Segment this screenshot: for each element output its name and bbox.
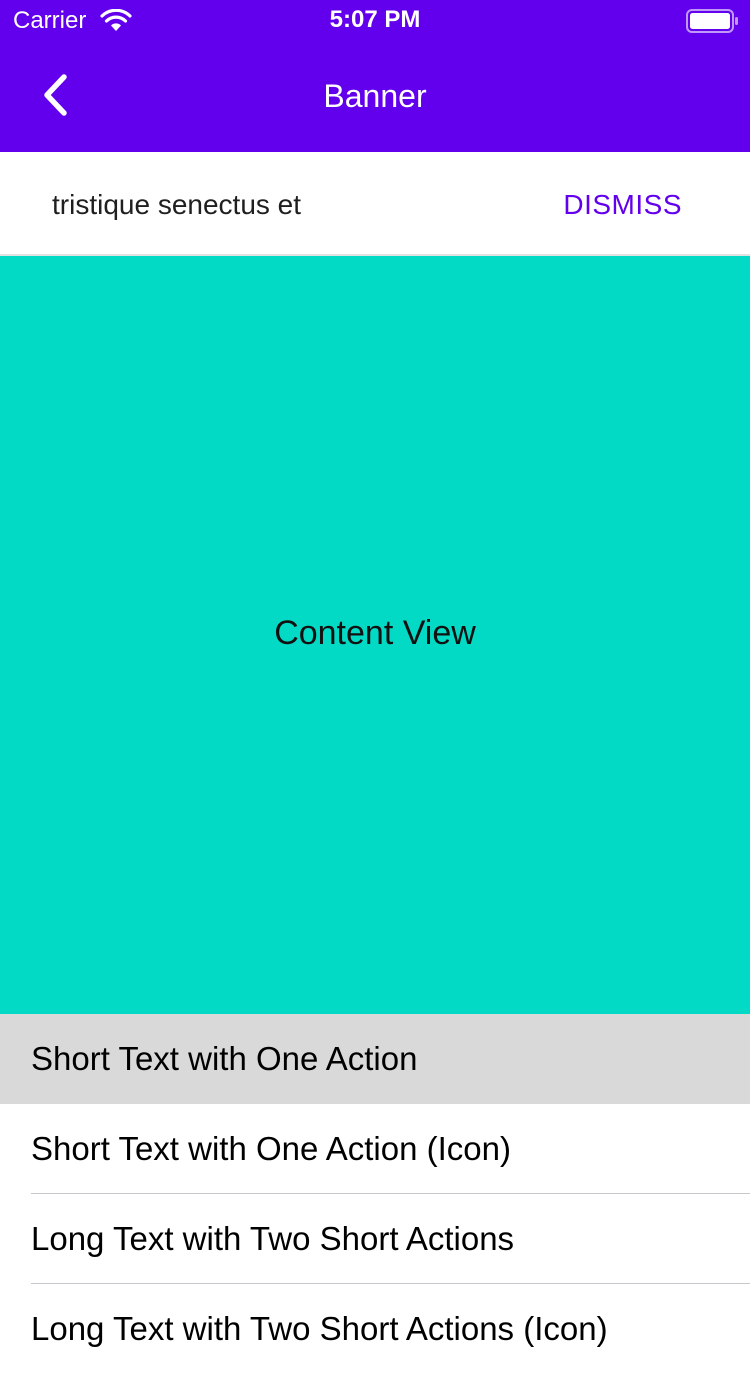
banner-text: tristique senectus et <box>52 189 302 220</box>
status-time: 5:07 PM <box>329 6 421 33</box>
status-bar: Carrier 5:07 PM <box>0 0 750 40</box>
list-item-label: Short Text with One Action (Icon) <box>31 1130 511 1167</box>
content-view: Content View <box>0 256 750 1014</box>
list-item-label: Long Text with Two Short Actions <box>31 1220 515 1257</box>
page-title: Banner <box>323 78 427 114</box>
content-view-label: Content View <box>274 614 476 652</box>
list-item-label: Short Text with One Action <box>31 1040 418 1077</box>
list-item[interactable]: Long Text with Two Short Actions <box>0 1194 750 1284</box>
battery-icon <box>686 9 740 33</box>
list-item-label: Long Text with Two Short Actions (Icon) <box>31 1310 608 1347</box>
list-item[interactable]: Short Text with One Action (Icon) <box>0 1104 750 1194</box>
dismiss-button[interactable]: DISMISS <box>563 188 682 222</box>
list-item[interactable]: Long Text with Two Short Actions (Icon) <box>0 1284 750 1374</box>
example-list: Short Text with One Action Short Text wi… <box>0 1014 750 1374</box>
navigation-bar: Banner <box>0 40 750 152</box>
banner: tristique senectus et DISMISS <box>0 152 750 256</box>
list-item[interactable]: Short Text with One Action <box>0 1014 750 1104</box>
